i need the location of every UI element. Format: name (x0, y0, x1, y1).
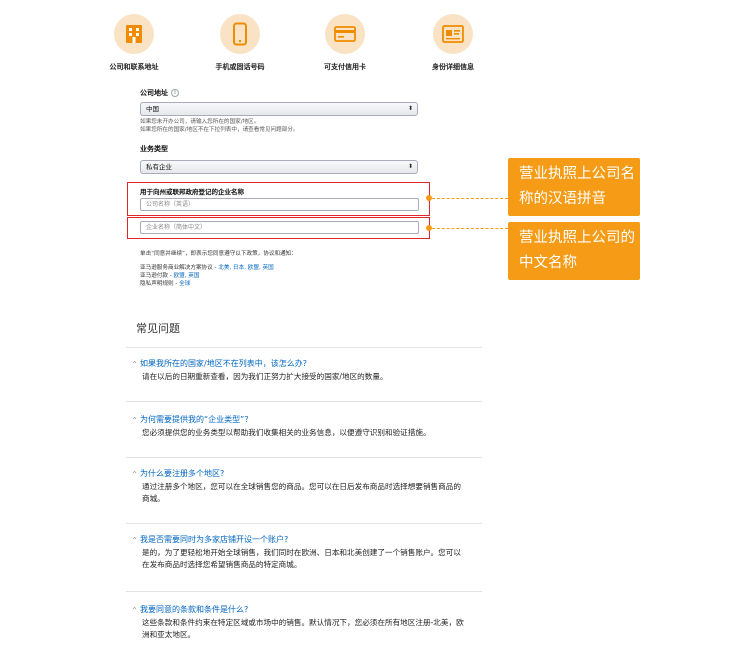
policy-link[interactable]: 全球 (179, 281, 190, 287)
policy-line: 亚马逊付款 - 欧盟, 英国 (140, 272, 440, 280)
country-select[interactable]: 中国 ⬍ (140, 102, 418, 116)
address-label-text: 公司地址 (140, 89, 168, 97)
business-type-value: 私有企业 (146, 163, 172, 171)
hint-line: 如果您所在的国家/地区不在下拉列表中，请查看常见问题部分。 (140, 127, 299, 133)
callout-connector (432, 228, 508, 229)
phone-icon (220, 14, 260, 54)
faq-question[interactable]: ^ 我是否需要同时为多家店铺开设一个账户? (132, 534, 482, 547)
faq-question[interactable]: ^ 我要同意的条款和条件是什么? (132, 604, 482, 617)
address-label: 公司地址 i (140, 88, 430, 98)
caret-up-icon: ^ (132, 361, 138, 368)
policy-prefix: 亚马逊服务商业解决方案协议 - (140, 265, 219, 271)
faq-answer: 请在以后的日期重新查看，因为我们正努力扩大接受的国家/地区的数量。 (142, 372, 388, 381)
id-card-icon (433, 14, 473, 54)
caret-up-icon: ^ (132, 471, 138, 478)
faq-item[interactable]: ^ 我是否需要同时为多家店铺开设一个账户? 是的，为了更轻松地开始全球销售，我们同… (126, 524, 482, 592)
policy-link[interactable]: 北美, 日本, 欧盟, 英国 (218, 265, 273, 271)
faq-question-text: 为何需要提供我的“企业类型”？ (140, 415, 253, 424)
faq-item[interactable]: ^ 为什么要注册多个地区? 通过注册多个地区，您可以在全球销售您的商品。您可以在日… (126, 458, 482, 524)
business-type-label-text: 业务类型 (140, 145, 168, 153)
faq-question-text: 我是否需要同时为多家店铺开设一个账户? (140, 535, 289, 544)
policy-line: 隐私声明规则 - 全球 (140, 280, 440, 288)
registration-form: 公司地址 i 中国 ⬍ 如果您未开办公司，请输入您所在的国家/地区。 如果您所在… (140, 88, 430, 174)
step-label: 身份详细信息 (432, 63, 474, 71)
faq-answer: 这些条款和条件约束在特定区域或市场中的销售。默认情况下，您必须在所有地区注册-北… (142, 618, 464, 639)
faq-item[interactable]: ^ 为何需要提供我的“企业类型”？ 您必须提供您的业务类型以帮助我们收集相关的业务… (126, 402, 482, 458)
caret-up-icon: ^ (132, 607, 138, 614)
policy-link[interactable]: 欧盟, 英国 (174, 273, 200, 279)
callout-chinese-note: 营业执照上公司的中文名称 (508, 222, 640, 280)
policy-prefix: 隐私声明规则 - (140, 281, 180, 287)
faq-answer: 您必须提供您的业务类型以帮助我们收集相关的业务信息，以便遵守识别和验证措施。 (142, 428, 431, 437)
faq-item[interactable]: ^ 我要同意的条款和条件是什么? 这些条款和条件约束在特定区域或市场中的销售。默认… (126, 592, 482, 648)
info-icon[interactable]: i (171, 89, 179, 97)
select-arrows-icon: ⬍ (407, 163, 413, 170)
policy-line: 亚马逊服务商业解决方案协议 - 北美, 日本, 欧盟, 英国 (140, 264, 440, 272)
faq-question-text: 为什么要注册多个地区? (140, 469, 225, 478)
policy-prefix: 亚马逊付款 - (140, 273, 174, 279)
faq-title: 常见问题 (126, 316, 482, 348)
agreement-text: 单击“同意并继续”，即表示您同意遵守以下政策，协议和通知： (140, 251, 297, 257)
faq-question[interactable]: ^ 为何需要提供我的“企业类型”？ (132, 414, 482, 427)
faq-item[interactable]: ^ 如果我所在的国家/地区不在列表中，该怎么办? 请在以后的日期重新查看，因为我们… (126, 348, 482, 402)
registration-steps: 公司和联系地址 手机或固话号码 可支付信用卡 身份详细信息 (0, 0, 744, 80)
callout-pinyin-note: 营业执照上公司名称的汉语拼音 (508, 158, 640, 216)
caret-up-icon: ^ (132, 417, 138, 424)
faq-question-text: 我要同意的条款和条件是什么? (140, 605, 249, 614)
faq-question[interactable]: ^ 为什么要注册多个地区? (132, 468, 482, 481)
country-value: 中国 (146, 105, 159, 113)
step-identity: 身份详细信息 (388, 14, 518, 72)
company-name-title: 用于向州或联邦政府登记的企业名称 (140, 188, 244, 196)
faq-answer: 通过注册多个地区，您可以在全球销售您的商品。您可以在日后发布商品时选择想要销售商… (142, 482, 461, 503)
select-arrows-icon: ⬍ (407, 105, 413, 112)
hint-line: 如果您未开办公司，请输入您所在的国家/地区。 (140, 119, 260, 125)
callout-connector (432, 198, 508, 199)
country-hint: 如果您未开办公司，请输入您所在的国家/地区。 如果您所在的国家/地区不在下拉列表… (140, 118, 430, 134)
company-name-pinyin-highlight: 用于向州或联邦政府登记的企业名称 公司名称（英语） (127, 182, 430, 216)
faq-section: 常见问题 ^ 如果我所在的国家/地区不在列表中，该怎么办? 请在以后的日期重新查看… (126, 316, 482, 648)
business-type-label: 业务类型 (140, 144, 430, 154)
caret-up-icon: ^ (132, 537, 138, 544)
building-icon (114, 14, 154, 54)
company-name-chinese-input[interactable]: 企业名称（简体中文） (140, 221, 419, 234)
business-type-select[interactable]: 私有企业 ⬍ (140, 160, 418, 174)
faq-answer: 是的，为了更轻松地开始全球销售，我们同时在欧洲、日本和北美创建了一个销售账户。您… (142, 548, 461, 569)
company-name-chinese-highlight: 企业名称（简体中文） (127, 217, 430, 239)
company-name-pinyin-input[interactable]: 公司名称（英语） (140, 198, 419, 211)
faq-question[interactable]: ^ 如果我所在的国家/地区不在列表中，该怎么办? (132, 358, 482, 371)
credit-card-icon (325, 14, 365, 54)
agreement-section: 单击“同意并继续”，即表示您同意遵守以下政策，协议和通知： 亚马逊服务商业解决方… (140, 250, 440, 288)
faq-question-text: 如果我所在的国家/地区不在列表中，该怎么办? (140, 359, 307, 368)
